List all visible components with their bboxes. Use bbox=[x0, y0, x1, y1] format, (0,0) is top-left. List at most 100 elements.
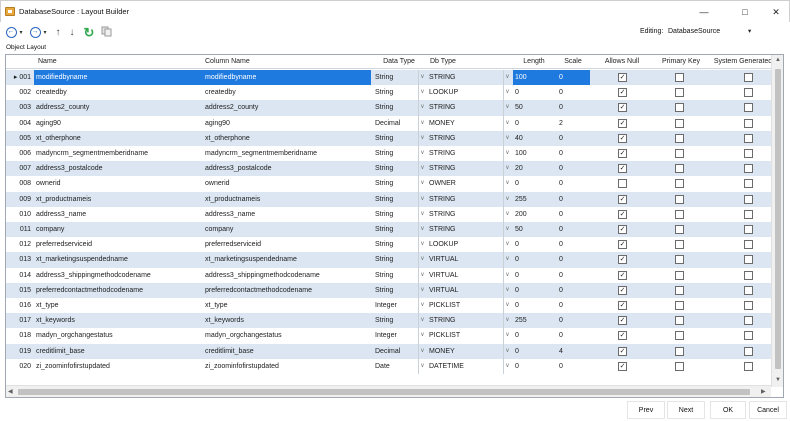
primary-key-checkbox[interactable] bbox=[675, 209, 684, 219]
data-type-cell[interactable]: Decimal bbox=[373, 344, 421, 359]
chevron-down-icon[interactable]: ∨ bbox=[503, 85, 511, 101]
chevron-down-icon[interactable]: ∨ bbox=[503, 70, 511, 86]
scale-cell[interactable]: 0 bbox=[557, 252, 589, 267]
row-header[interactable]: 008 bbox=[6, 176, 33, 191]
length-cell[interactable]: 0 bbox=[513, 298, 555, 313]
primary-key-checkbox[interactable] bbox=[675, 73, 684, 82]
header-system-generated[interactable]: System Generated bbox=[708, 55, 778, 69]
back-button[interactable]: ← bbox=[5, 26, 17, 40]
scroll-down-icon[interactable]: ▼ bbox=[775, 377, 781, 383]
chevron-down-icon[interactable]: ∨ bbox=[503, 282, 511, 298]
scale-cell[interactable]: 0 bbox=[557, 237, 589, 252]
table-row[interactable]: 016 xt_type xt_type Integer PICKLIST 0 0 ∨ ∨ ✓ bbox=[6, 298, 771, 314]
table-row[interactable]: 017 xt_keywords xt_keywords String STRING 255… bbox=[6, 313, 771, 329]
primary-key-checkbox[interactable] bbox=[675, 346, 684, 356]
column-name-cell[interactable]: address3_shippingmethodcodename bbox=[203, 268, 371, 283]
row-header[interactable]: 003 bbox=[6, 100, 33, 115]
chevron-down-icon[interactable]: ∨ bbox=[418, 298, 426, 314]
system-generated-checkbox[interactable] bbox=[744, 149, 753, 158]
length-cell[interactable]: 0 bbox=[513, 359, 555, 374]
system-generated-checkbox[interactable] bbox=[744, 194, 753, 204]
length-cell[interactable]: 40 bbox=[513, 131, 555, 146]
refresh-icon[interactable]: ↻ bbox=[82, 26, 96, 40]
length-cell[interactable]: 100 bbox=[513, 146, 555, 161]
table-row[interactable]: 008 ownerid ownerid String OWNER 0 0 ∨ ∨ bbox=[6, 176, 771, 192]
scale-cell[interactable]: 0 bbox=[557, 268, 589, 283]
name-cell[interactable]: xt_marketingsuspendedname bbox=[34, 252, 201, 267]
row-header[interactable]: ▸ 001 bbox=[6, 70, 33, 85]
chevron-down-icon[interactable]: ∨ bbox=[418, 85, 426, 101]
db-type-cell[interactable]: STRING bbox=[427, 207, 507, 222]
length-cell[interactable]: 0 bbox=[513, 176, 555, 191]
chevron-down-icon[interactable]: ∨ bbox=[418, 343, 426, 359]
name-cell[interactable]: preferredserviceid bbox=[34, 237, 201, 252]
data-type-cell[interactable]: Integer bbox=[373, 328, 421, 343]
name-cell[interactable]: xt_keywords bbox=[34, 313, 201, 328]
chevron-down-icon[interactable]: ∨ bbox=[503, 206, 511, 222]
length-cell[interactable]: 255 bbox=[513, 192, 555, 207]
db-type-cell[interactable]: VIRTUAL bbox=[427, 283, 507, 298]
chevron-down-icon[interactable]: ∨ bbox=[503, 343, 511, 359]
editing-select[interactable]: DatabaseSource bbox=[668, 28, 720, 35]
table-row[interactable]: 005 xt_otherphone xt_otherphone String STRIN… bbox=[6, 130, 771, 146]
length-cell[interactable]: 0 bbox=[513, 252, 555, 267]
maximize-button[interactable]: □ bbox=[732, 5, 758, 19]
allows-null-checkbox[interactable]: ✓ bbox=[618, 361, 627, 371]
db-type-cell[interactable]: DATETIME bbox=[427, 359, 507, 374]
move-down-icon[interactable]: ↓ bbox=[67, 26, 77, 40]
chevron-down-icon[interactable]: ∨ bbox=[418, 130, 426, 146]
primary-key-checkbox[interactable] bbox=[675, 149, 684, 158]
vertical-scroll-thumb[interactable] bbox=[775, 69, 781, 369]
row-header[interactable]: 004 bbox=[6, 116, 33, 131]
column-name-cell[interactable]: xt_otherphone bbox=[203, 131, 371, 146]
table-row[interactable]: 013 xt_marketingsuspendedname xt_marketing… bbox=[6, 252, 771, 268]
system-generated-checkbox[interactable] bbox=[744, 285, 753, 295]
data-type-cell[interactable]: String bbox=[373, 70, 421, 85]
name-cell[interactable]: xt_type bbox=[34, 298, 201, 313]
column-name-cell[interactable]: xt_keywords bbox=[203, 313, 371, 328]
chevron-down-icon[interactable]: ∨ bbox=[503, 358, 511, 374]
row-header[interactable]: 011 bbox=[6, 222, 33, 237]
row-header[interactable]: 020 bbox=[6, 359, 33, 374]
name-cell[interactable]: xt_otherphone bbox=[34, 131, 201, 146]
row-header[interactable]: 007 bbox=[6, 161, 33, 176]
horizontal-scrollbar[interactable]: ◀ ▶ bbox=[6, 385, 771, 397]
db-type-cell[interactable]: MONEY bbox=[427, 116, 507, 131]
table-row[interactable]: 011 company company String STRING 50 0 ∨ ∨ ✓ bbox=[6, 222, 771, 238]
column-name-cell[interactable]: zi_zoominfofirstupdated bbox=[203, 359, 371, 374]
column-name-cell[interactable]: preferredcontactmethodcodename bbox=[203, 283, 371, 298]
row-header[interactable]: 012 bbox=[6, 237, 33, 252]
primary-key-checkbox[interactable] bbox=[675, 285, 684, 295]
name-cell[interactable]: createdby bbox=[34, 85, 201, 100]
length-cell[interactable]: 0 bbox=[513, 344, 555, 359]
header-column-name[interactable]: Column Name bbox=[203, 55, 371, 69]
db-type-cell[interactable]: STRING bbox=[427, 131, 507, 146]
db-type-cell[interactable]: LOOKUP bbox=[427, 237, 507, 252]
name-cell[interactable]: company bbox=[34, 222, 201, 237]
scroll-right-icon[interactable]: ▶ bbox=[761, 388, 766, 395]
table-row[interactable]: 010 address3_name address3_name String STRIN… bbox=[6, 206, 771, 222]
allows-null-checkbox[interactable]: ✓ bbox=[618, 88, 627, 98]
allows-null-checkbox[interactable]: ✓ bbox=[618, 194, 627, 204]
vertical-scrollbar[interactable]: ▲ ▼ bbox=[771, 55, 783, 387]
table-row[interactable]: 014 address3_shippingmethodcodename addres… bbox=[6, 267, 771, 283]
chevron-down-icon[interactable]: ∨ bbox=[418, 100, 426, 116]
column-name-cell[interactable]: aging90 bbox=[203, 116, 371, 131]
name-cell[interactable]: aging90 bbox=[34, 116, 201, 131]
scale-cell[interactable]: 0 bbox=[557, 70, 589, 85]
primary-key-checkbox[interactable] bbox=[675, 255, 684, 265]
system-generated-checkbox[interactable] bbox=[744, 331, 753, 341]
scale-cell[interactable]: 0 bbox=[557, 176, 589, 191]
column-name-cell[interactable]: address2_county bbox=[203, 100, 371, 115]
row-header[interactable]: 002 bbox=[6, 85, 33, 100]
scale-cell[interactable]: 0 bbox=[557, 207, 589, 222]
chevron-down-icon[interactable]: ∨ bbox=[418, 237, 426, 253]
data-type-cell[interactable]: String bbox=[373, 268, 421, 283]
db-type-cell[interactable]: PICKLIST bbox=[427, 328, 507, 343]
system-generated-checkbox[interactable] bbox=[744, 240, 753, 250]
table-row[interactable]: 019 creditlimit_base creditlimit_base Decim… bbox=[6, 343, 771, 359]
column-name-cell[interactable]: company bbox=[203, 222, 371, 237]
chevron-down-icon[interactable]: ∨ bbox=[418, 358, 426, 374]
chevron-down-icon[interactable]: ∨ bbox=[503, 130, 511, 146]
allows-null-checkbox[interactable]: ✓ bbox=[618, 103, 627, 113]
